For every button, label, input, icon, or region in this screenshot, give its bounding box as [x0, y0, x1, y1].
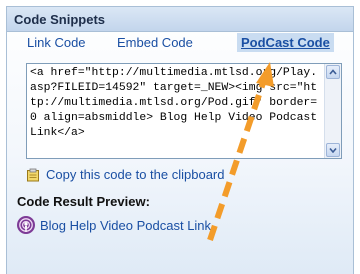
scroll-up-button[interactable]: [326, 65, 340, 79]
chevron-down-icon: [329, 147, 337, 153]
panel-title: Code Snippets: [14, 12, 106, 27]
copy-to-clipboard-link[interactable]: Copy this code to the clipboard: [46, 167, 225, 182]
code-textarea[interactable]: <a href="http://multimedia.mtlsd.org/Pla…: [26, 63, 342, 159]
podcast-link[interactable]: Blog Help Video Podcast Link: [40, 218, 211, 233]
clipboard-icon: [27, 168, 39, 182]
chevron-up-icon: [329, 69, 337, 75]
code-text[interactable]: <a href="http://multimedia.mtlsd.org/Pla…: [30, 66, 322, 141]
tab-podcast-code[interactable]: PodCast Code: [237, 33, 334, 52]
scroll-down-button[interactable]: [326, 143, 340, 157]
tab-embed-code[interactable]: Embed Code: [117, 33, 193, 52]
tab-link-code[interactable]: Link Code: [27, 33, 86, 52]
podcast-icon: [17, 216, 35, 234]
panel-title-bar: Code Snippets: [7, 7, 353, 32]
code-scrollbar[interactable]: [324, 64, 341, 158]
code-result-preview-label: Code Result Preview:: [17, 194, 150, 209]
